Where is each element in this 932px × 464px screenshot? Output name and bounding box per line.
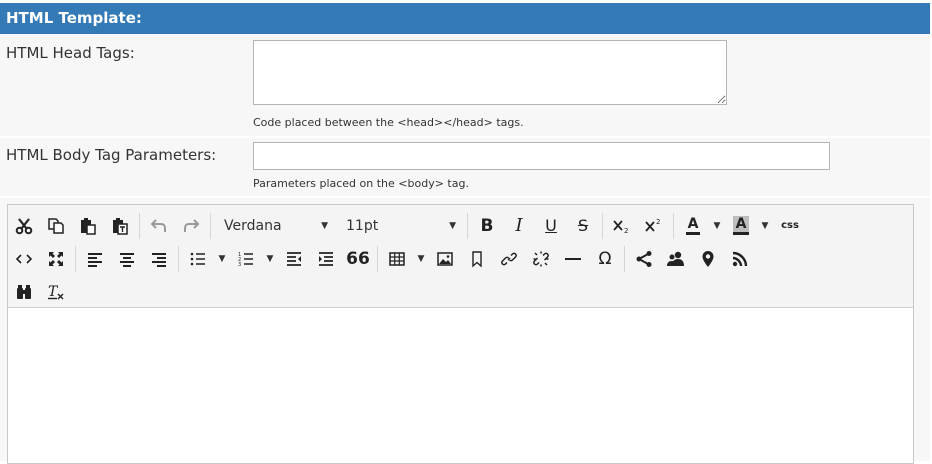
strikethrough-button[interactable]: S [567,212,599,240]
map-marker-icon[interactable] [692,245,724,273]
font-color-dropdown[interactable]: ▼ [709,212,725,240]
bold-button[interactable]: B [471,212,503,240]
section-header: HTML Template: [0,3,930,34]
bullet-list-dropdown[interactable]: ▼ [214,245,230,273]
italic-button[interactable]: I [503,212,535,240]
svg-text:T: T [48,284,59,300]
align-left-icon[interactable] [79,245,111,273]
svg-text:3: 3 [238,262,241,268]
toolbar-separator [75,245,76,272]
body-params-input[interactable] [253,142,830,170]
toolbar-row-3: T [8,275,72,308]
align-right-icon[interactable] [143,245,175,273]
bullet-list-icon[interactable] [182,245,214,273]
chevron-down-icon: ▼ [761,220,769,231]
subscript-icon[interactable]: 2 [606,212,638,240]
toolbar-row-2: ▼ 123 ▼ 66 ▼ Ω [8,242,756,275]
table-icon[interactable] [381,245,413,273]
toolbar-separator [377,245,378,272]
find-icon[interactable] [8,278,40,306]
paste-icon[interactable] [72,212,104,240]
head-tags-hint: Code placed between the <head></head> ta… [253,116,524,129]
font-color-icon: A [685,216,701,235]
underline-button[interactable]: U [535,212,567,240]
toolbar-separator [624,245,625,272]
font-family-value: Verdana [224,217,282,234]
blockquote-icon[interactable]: 66 [342,245,374,273]
users-icon[interactable] [660,245,692,273]
chevron-down-icon: ▼ [713,220,721,231]
svg-text:2: 2 [656,218,660,226]
clear-format-icon[interactable]: T [40,278,72,306]
toolbar-separator [673,212,674,239]
rss-icon[interactable] [724,245,756,273]
fullscreen-icon[interactable] [40,245,72,273]
chevron-down-icon: ▼ [321,220,328,231]
image-icon[interactable] [429,245,461,273]
editor-row: Verdana ▼ 11pt ▼ B I U S 2 2 A ▼ A ▼ css… [0,198,930,464]
bookmark-icon[interactable] [461,245,493,273]
toolbar-separator [178,245,179,272]
superscript-icon[interactable]: 2 [638,212,670,240]
toolbar-separator [139,212,140,239]
font-color-button[interactable]: A [677,212,709,240]
background-color-dropdown[interactable]: ▼ [757,212,773,240]
share-icon[interactable] [628,245,660,273]
redo-icon[interactable] [175,212,207,240]
toolbar-separator [602,212,603,239]
horizontal-rule-icon[interactable] [557,245,589,273]
svg-text:2: 2 [624,227,628,235]
rich-text-editor: Verdana ▼ 11pt ▼ B I U S 2 2 A ▼ A ▼ css… [7,204,914,464]
paste-text-icon[interactable] [104,212,136,240]
font-family-select[interactable]: Verdana ▼ [214,212,336,240]
source-code-icon[interactable] [8,245,40,273]
align-center-icon[interactable] [111,245,143,273]
chevron-down-icon: ▼ [218,253,226,264]
cut-icon[interactable] [8,212,40,240]
numbered-list-dropdown[interactable]: ▼ [262,245,278,273]
table-dropdown[interactable]: ▼ [413,245,429,273]
editor-toolbar: Verdana ▼ 11pt ▼ B I U S 2 2 A ▼ A ▼ css… [8,205,913,308]
unlink-icon[interactable] [525,245,557,273]
font-size-select[interactable]: 11pt ▼ [336,212,464,240]
body-params-label: HTML Body Tag Parameters: [6,146,217,164]
background-color-button[interactable]: A [725,212,757,240]
toolbar-separator [210,212,211,239]
body-params-row: HTML Body Tag Parameters: Parameters pla… [0,138,930,196]
undo-icon[interactable] [143,212,175,240]
toolbar-separator [467,212,468,239]
head-tags-row: HTML Head Tags: Code placed between the … [0,34,930,136]
copy-icon[interactable] [40,212,72,240]
chevron-down-icon: ▼ [417,253,425,264]
background-color-icon: A [732,216,750,235]
editor-content-area[interactable] [8,309,913,463]
indent-icon[interactable] [310,245,342,273]
body-params-hint: Parameters placed on the <body> tag. [253,177,469,190]
toolbar-row-1: Verdana ▼ 11pt ▼ B I U S 2 2 A ▼ A ▼ css [8,209,807,242]
head-tags-textarea[interactable] [253,40,727,105]
font-size-value: 11pt [346,217,379,234]
outdent-icon[interactable] [278,245,310,273]
chevron-down-icon: ▼ [266,253,274,264]
head-tags-label: HTML Head Tags: [6,44,135,62]
numbered-list-icon[interactable]: 123 [230,245,262,273]
link-icon[interactable] [493,245,525,273]
chevron-down-icon: ▼ [449,220,456,231]
css-button[interactable]: css [773,212,807,240]
section-title: HTML Template: [6,9,142,27]
special-char-icon[interactable]: Ω [589,245,621,273]
